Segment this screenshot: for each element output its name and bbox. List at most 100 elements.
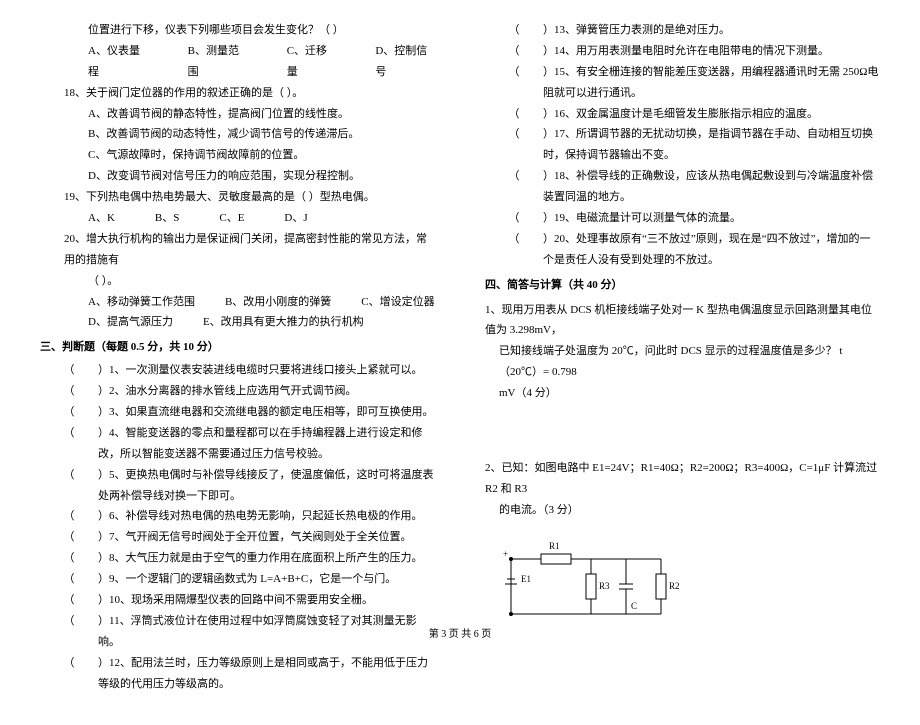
label-r2: R2 bbox=[669, 581, 680, 591]
q19-opt-a: A、K bbox=[88, 208, 115, 229]
paren: （ bbox=[485, 229, 543, 271]
q20-opt-a: A、移动弹簧工作范围 bbox=[88, 292, 195, 313]
q4-2-line1: 2、已知：如图电路中 E1=24V；R1=40Ω；R2=200Ω；R3=400Ω… bbox=[485, 458, 880, 500]
judge-text: ）7、气开阀无信号时阀处于全开位置，气关阀则处于全关位置。 bbox=[98, 527, 435, 548]
judge-text: ）5、更换热电偶时与补偿导线接反了，使温度偏低，这时可将温度表处两补偿导线对换一… bbox=[98, 465, 435, 507]
q17-opt-d: D、控制信号 bbox=[375, 41, 435, 83]
label-c: C bbox=[631, 601, 637, 611]
section-3-title: 三、判断题（每题 0.5 分，共 10 分） bbox=[40, 337, 435, 358]
label-e1: E1 bbox=[521, 574, 531, 584]
judge-text: ）1、一次测量仪表安装进线电缆时只要将进线口接头上紧就可以。 bbox=[98, 360, 435, 381]
paren: （ bbox=[40, 548, 98, 569]
judge-item-2: （）2、油水分离器的排水管线上应选用气开式调节阀。 bbox=[40, 381, 435, 402]
judge-item-19: （）19、电磁流量计可以测量气体的流量。 bbox=[485, 208, 880, 229]
left-column: 位置进行下移，仪表下列哪些项目会发生变化？（ ） A、仪表量程 B、测量范围 C… bbox=[40, 20, 435, 695]
judge-text: ）20、处理事故原有“三不放过”原则，现在是“四不放过”，增加的一个是责任人没有… bbox=[543, 229, 880, 271]
q4-1-line2: 已知接线端子处温度为 20℃，问此时 DCS 显示的过程温度值是多少？ t（20… bbox=[485, 341, 880, 383]
q19-stem: 19、下列热电偶中热电势最大、灵敏度最高的是（ ）型热电偶。 bbox=[40, 187, 435, 208]
q18-stem: 18、关于阀门定位器的作用的叙述正确的是（ ）。 bbox=[40, 83, 435, 104]
paren: （ bbox=[485, 41, 543, 62]
judge-item-5: （）5、更换热电偶时与补偿导线接反了，使温度偏低，这时可将温度表处两补偿导线对换… bbox=[40, 465, 435, 507]
q20-opt-b: B、改用小刚度的弹簧 bbox=[225, 292, 331, 313]
paren: （ bbox=[485, 104, 543, 125]
judge-item-15: （）15、有安全栅连接的智能差压变送器，用编程器通讯时无需 250Ω电阻就可以进… bbox=[485, 62, 880, 104]
paren: （ bbox=[40, 381, 98, 402]
q4-2: 2、已知：如图电路中 E1=24V；R1=40Ω；R2=200Ω；R3=400Ω… bbox=[485, 458, 880, 521]
q20-stem: 20、增大执行机构的输出力是保证阀门关闭，提高密封性能的常见方法，常用的措施有 bbox=[40, 229, 435, 271]
q17-continuation: 位置进行下移，仪表下列哪些项目会发生变化？（ ） bbox=[40, 20, 435, 41]
q17-options: A、仪表量程 B、测量范围 C、迁移量 D、控制信号 bbox=[40, 41, 435, 83]
q20-opt-d: D、提高气源压力 bbox=[88, 312, 173, 333]
judge-item-8: （）8、大气压力就是由于空气的重力作用在底面积上所产生的压力。 bbox=[40, 548, 435, 569]
svg-text:+: + bbox=[503, 549, 508, 559]
q18-opt-b: B、改善调节阀的动态特性，减少调节信号的传递滞后。 bbox=[40, 124, 435, 145]
judge-text: ）16、双金属温度计是毛细管发生膨胀指示相应的温度。 bbox=[543, 104, 880, 125]
paren: （ bbox=[40, 360, 98, 381]
q19-opt-d: D、J bbox=[284, 208, 307, 229]
judge-text: ）3、如果直流继电器和交流继电器的额定电压相等，即可互换使用。 bbox=[98, 402, 435, 423]
judge-item-7: （）7、气开阀无信号时阀处于全开位置，气关阀则处于全关位置。 bbox=[40, 527, 435, 548]
paren: （ bbox=[485, 20, 543, 41]
paren: （ bbox=[40, 402, 98, 423]
judge-item-16: （）16、双金属温度计是毛细管发生膨胀指示相应的温度。 bbox=[485, 104, 880, 125]
paren: （ bbox=[485, 124, 543, 166]
judge-text: ）17、所谓调节器的无扰动切换，是指调节器在手动、自动相互切换时，保持调节器输出… bbox=[543, 124, 880, 166]
paren: （ bbox=[485, 166, 543, 208]
paren: （ bbox=[40, 590, 98, 611]
label-r1: R1 bbox=[549, 541, 560, 551]
q4-1-line3: mV（4 分） bbox=[485, 383, 880, 404]
section-4-title: 四、简答与计算（共 40 分） bbox=[485, 275, 880, 296]
label-r3: R3 bbox=[599, 581, 610, 591]
judge-item-9: （）9、一个逻辑门的逻辑函数式为 L=A+B+C，它是一个与门。 bbox=[40, 569, 435, 590]
judge-text: ）18、补偿导线的正确敷设，应该从热电偶起敷设到与冷端温度补偿装置同温的地方。 bbox=[543, 166, 880, 208]
q18-opt-c: C、气源故障时，保持调节阀故障前的位置。 bbox=[40, 145, 435, 166]
judge-item-13: （）13、弹簧管压力表测的是绝对压力。 bbox=[485, 20, 880, 41]
paren: （ bbox=[485, 62, 543, 104]
judge-item-3: （）3、如果直流继电器和交流继电器的额定电压相等，即可互换使用。 bbox=[40, 402, 435, 423]
q20-opt-c: C、增设定位器 bbox=[361, 292, 434, 313]
judge-text: ）14、用万用表测量电阻时允许在电阻带电的情况下测量。 bbox=[543, 41, 880, 62]
paren: （ bbox=[40, 569, 98, 590]
q19-opt-b: B、S bbox=[155, 208, 179, 229]
circuit-diagram: R1 E1 R3 C R2 + bbox=[501, 529, 880, 629]
q19-opt-c: C、E bbox=[219, 208, 244, 229]
q20-options-row1: A、移动弹簧工作范围 B、改用小刚度的弹簧 C、增设定位器 bbox=[40, 292, 435, 313]
q20-stem-2: （ ）。 bbox=[40, 271, 435, 292]
judge-text: ）19、电磁流量计可以测量气体的流量。 bbox=[543, 208, 880, 229]
right-column: （）13、弹簧管压力表测的是绝对压力。 （）14、用万用表测量电阻时允许在电阻带… bbox=[485, 20, 880, 695]
paren: （ bbox=[485, 208, 543, 229]
q17-opt-a: A、仪表量程 bbox=[88, 41, 148, 83]
judge-item-10: （）10、现场采用隔爆型仪表的回路中间不需要用安全栅。 bbox=[40, 590, 435, 611]
judge-text: ）13、弹簧管压力表测的是绝对压力。 bbox=[543, 20, 880, 41]
judge-item-1: （）1、一次测量仪表安装进线电缆时只要将进线口接头上紧就可以。 bbox=[40, 360, 435, 381]
judge-text: ）15、有安全栅连接的智能差压变送器，用编程器通讯时无需 250Ω电阻就可以进行… bbox=[543, 62, 880, 104]
judge-item-18: （）18、补偿导线的正确敷设，应该从热电偶起敷设到与冷端温度补偿装置同温的地方。 bbox=[485, 166, 880, 208]
judge-text: ）2、油水分离器的排水管线上应选用气开式调节阀。 bbox=[98, 381, 435, 402]
paren: （ bbox=[40, 653, 98, 695]
q4-2-line2: 的电流。（3 分） bbox=[485, 500, 880, 521]
q4-1-line1: 1、现用万用表从 DCS 机柜接线端子处对一 K 型热电偶温度显示回路测量其电位… bbox=[485, 300, 880, 342]
q17-opt-c: C、迁移量 bbox=[287, 41, 336, 83]
judge-item-6: （）6、补偿导线对热电偶的热电势无影响，只起延长热电极的作用。 bbox=[40, 506, 435, 527]
q18-opt-a: A、改善调节阀的静态特性，提高阀门位置的线性度。 bbox=[40, 104, 435, 125]
q20-opt-e: E、改用具有更大推力的执行机构 bbox=[203, 312, 364, 333]
q17-opt-b: B、测量范围 bbox=[188, 41, 247, 83]
judge-item-4: （）4、智能变送器的零点和量程都可以在手持编程器上进行设定和修改，所以智能变送器… bbox=[40, 423, 435, 465]
judge-item-14: （）14、用万用表测量电阻时允许在电阻带电的情况下测量。 bbox=[485, 41, 880, 62]
page-footer: 第 3 页 共 6 页 bbox=[0, 625, 920, 644]
answer-space bbox=[485, 404, 880, 454]
paren: （ bbox=[40, 527, 98, 548]
judge-text: ）12、配用法兰时，压力等级原则上是相同或高于，不能用低于压力等级的代用压力等级… bbox=[98, 653, 435, 695]
judge-text: ）4、智能变送器的零点和量程都可以在手持编程器上进行设定和修改，所以智能变送器不… bbox=[98, 423, 435, 465]
q4-1: 1、现用万用表从 DCS 机柜接线端子处对一 K 型热电偶温度显示回路测量其电位… bbox=[485, 300, 880, 404]
judge-text: ）8、大气压力就是由于空气的重力作用在底面积上所产生的压力。 bbox=[98, 548, 435, 569]
judge-text: ）10、现场采用隔爆型仪表的回路中间不需要用安全栅。 bbox=[98, 590, 435, 611]
paren: （ bbox=[40, 423, 98, 465]
judge-text: ）6、补偿导线对热电偶的热电势无影响，只起延长热电极的作用。 bbox=[98, 506, 435, 527]
judge-text: ）9、一个逻辑门的逻辑函数式为 L=A+B+C，它是一个与门。 bbox=[98, 569, 435, 590]
paren: （ bbox=[40, 465, 98, 507]
q19-options: A、K B、S C、E D、J bbox=[40, 208, 435, 229]
judge-item-12: （）12、配用法兰时，压力等级原则上是相同或高于，不能用低于压力等级的代用压力等… bbox=[40, 653, 435, 695]
paren: （ bbox=[40, 506, 98, 527]
q20-options-row2: D、提高气源压力 E、改用具有更大推力的执行机构 bbox=[40, 312, 435, 333]
